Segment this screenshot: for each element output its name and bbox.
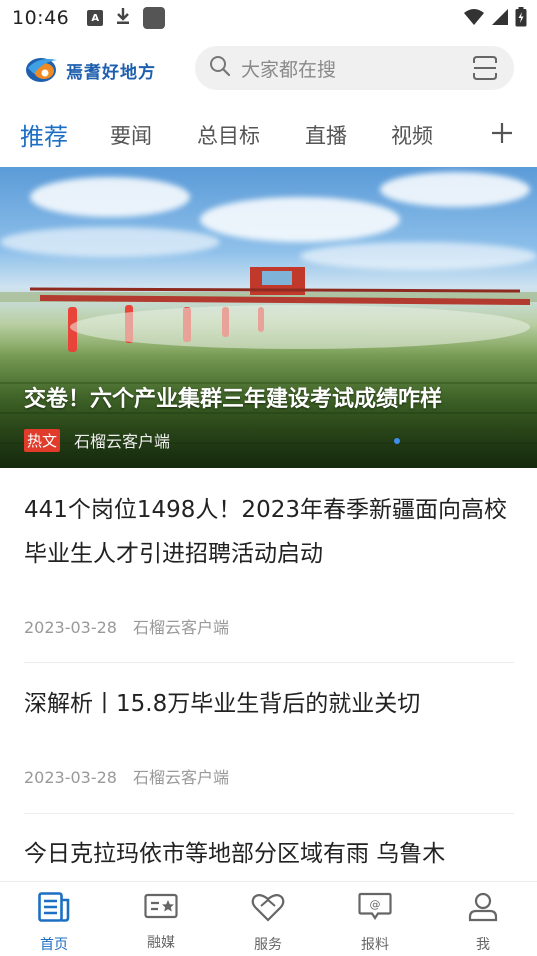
nav-home-label: 首页 [40,937,68,953]
channel-tabs: 推荐 要闻 总目标 直播 视频 [0,108,537,164]
news-source: 石榴云客户端 [132,618,229,637]
nav-me[interactable]: 我 [448,892,518,954]
app-notification-icon [143,7,166,29]
nav-media[interactable]: 融媒 [126,892,196,952]
news-item[interactable]: 441个岗位1498人！2023年春季新疆面向高校毕业生人才引进招聘活动启动 2… [24,488,514,637]
media-card-icon [144,892,178,924]
signal-icon [491,8,509,30]
news-date: 2023-03-28 [24,618,117,637]
nav-service-label: 服务 [254,937,282,953]
news-source: 石榴云客户端 [132,768,229,787]
banner-source: 石榴云客户端 [74,432,171,451]
status-system-icons [463,7,527,31]
profile-icon [467,892,499,926]
logo-text: 焉耆好地方 [66,62,156,83]
nav-report-label: 报料 [361,937,389,953]
tab-headlines[interactable]: 要闻 [110,120,152,150]
news-title: 深解析丨15.8万毕业生背后的就业关切 [24,691,421,717]
svg-text:@: @ [370,898,381,911]
add-channel-icon[interactable] [491,122,513,148]
news-icon [38,892,70,926]
wifi-icon [463,8,485,30]
news-date: 2023-03-28 [24,768,117,787]
nav-me-label: 我 [476,937,490,953]
report-chat-icon: @ [358,892,392,926]
status-time: 10:46 [12,7,70,29]
service-heart-icon [251,892,285,926]
nav-service[interactable]: 服务 [233,892,303,954]
tab-video[interactable]: 视频 [391,120,433,150]
carousel-indicator [394,438,400,444]
tab-recommend[interactable]: 推荐 [20,117,68,152]
logo-emblem-icon [24,52,60,88]
app-logo[interactable]: 焉耆好地方 [24,52,156,88]
app-header: 焉耆好地方 大家都在搜 [0,44,537,94]
scan-icon[interactable] [472,55,498,85]
news-title: 441个岗位1498人！2023年春季新疆面向高校毕业生人才引进招聘活动启动 [24,497,507,567]
notification-a-icon: A [87,10,104,26]
news-item[interactable]: 深解析丨15.8万毕业生背后的就业关切 2023-03-28 石榴云客户端 [24,682,514,787]
bottom-navigation: 首页 融媒 服务 @ 报料 我 [0,881,537,956]
news-item[interactable]: 今日克拉玛依市等地部分区域有雨 乌鲁木 [24,832,514,880]
divider [24,662,514,663]
nav-report[interactable]: @ 报料 [340,892,410,954]
hot-badge: 热文 [24,429,61,452]
news-meta: 2023-03-28 石榴云客户端 [24,614,229,638]
divider [24,813,514,814]
featured-banner[interactable]: 交卷！六个产业集群三年建设考试成绩咋样 热文 石榴云客户端 [0,167,537,468]
news-meta: 2023-03-28 石榴云客户端 [24,764,229,788]
tab-overall-goal[interactable]: 总目标 [197,120,260,150]
banner-title: 交卷！六个产业集群三年建设考试成绩咋样 [24,387,443,412]
download-icon [115,7,131,29]
search-input[interactable]: 大家都在搜 [195,46,514,90]
nav-media-label: 融媒 [147,935,175,951]
news-title: 今日克拉玛依市等地部分区域有雨 乌鲁木 [24,841,446,867]
battery-icon [515,7,527,31]
tab-live[interactable]: 直播 [305,120,347,150]
nav-home[interactable]: 首页 [19,892,89,954]
status-notification-icons: A [87,7,166,29]
status-bar: 10:46 A [0,0,537,36]
search-placeholder: 大家都在搜 [241,58,337,81]
search-icon [209,55,231,81]
